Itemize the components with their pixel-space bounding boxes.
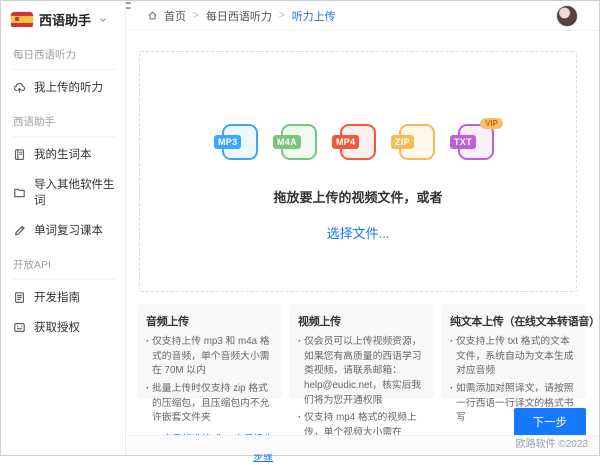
choose-file-link[interactable]: 选择文件...: [140, 223, 576, 242]
pen-icon: [13, 224, 26, 237]
upload-info-cards: 音频上传 仅支持上传 mp3 和 m4a 格式的音频，单个音频大小需在 70M …: [137, 304, 586, 399]
breadcrumb-daily-listening[interactable]: 每日西语听力: [206, 8, 272, 24]
filetype-label: ZIP: [391, 135, 414, 149]
filetype-label: TXT: [450, 135, 476, 149]
card-title: 音频上传: [146, 313, 273, 329]
sidebar-item-word-review-book[interactable]: 单词复习课本: [1, 215, 125, 245]
sidebar-section-open-api: 开放API: [1, 245, 125, 279]
sidebar-item-dev-guide[interactable]: 开发指南: [1, 282, 125, 312]
user-avatar[interactable]: [556, 5, 578, 27]
sidebar-section-daily-listening: 每日西语听力: [1, 35, 125, 69]
card-bullet: 批量上传时仅支持 zip 格式的压缩包，且压缩包内不允许嵌套文件夹: [146, 382, 273, 426]
card-title: 纯文本上传（在线文本转语音）: [450, 313, 577, 329]
filetype-label: MP4: [332, 135, 359, 149]
divider: [13, 279, 115, 280]
filetype-mp3-icon: MP3: [222, 124, 258, 160]
notebook-icon: [13, 148, 26, 161]
document-icon: [13, 291, 26, 304]
sidebar-item-get-authorization[interactable]: 获取授权: [1, 312, 125, 342]
breadcrumb: 首页 > 每日西语听力 > 听力上传: [147, 8, 336, 24]
cloud-upload-icon: [13, 81, 26, 94]
card-bullet: 仅支持上传 txt 格式的文本文件，系统自动为文本生成对应音频: [450, 335, 577, 379]
dropzone-hint: 拖放要上传的视频文件，或者: [140, 187, 576, 206]
upload-dropzone[interactable]: MP3 M4A MP4 ZIP TXT VIP 拖放要上传的视频文件，或者 选择…: [139, 51, 577, 292]
sidebar-item-my-wordbook[interactable]: 我的生词本: [1, 139, 125, 169]
filetype-m4a-icon: M4A: [281, 124, 317, 160]
sidebar-section-assistant: 西语助手: [1, 102, 125, 136]
filetype-mp4-icon: MP4: [340, 124, 376, 160]
app-title: 西语助手: [39, 10, 91, 29]
footer-copyright: 欧路软件 ©2023: [127, 435, 598, 454]
sidebar-item-import-words[interactable]: 导入其他软件生词: [1, 169, 125, 215]
sidebar-item-label: 我的生词本: [34, 146, 92, 162]
divider: [13, 69, 115, 70]
card-bullet: 仅支持上传 mp3 和 m4a 格式的音频，单个音频大小需在 70M 以内: [146, 335, 273, 379]
license-icon: [13, 321, 26, 334]
filetype-label: MP3: [214, 135, 241, 149]
sidebar-item-label: 导入其他软件生词: [34, 176, 121, 208]
spanish-flag-logo-icon: [11, 12, 33, 28]
sidebar-item-label: 我上传的听力: [34, 79, 103, 95]
next-step-button[interactable]: 下一步: [514, 408, 587, 436]
folder-import-icon: [13, 186, 26, 199]
filetype-txt-icon: TXT VIP: [458, 124, 494, 160]
breadcrumb-separator: >: [279, 10, 285, 21]
breadcrumb-current: 听力上传: [292, 8, 336, 24]
breadcrumb-separator: >: [193, 10, 199, 21]
chevron-down-icon: [99, 16, 107, 24]
sidebar: 西语助手 每日西语听力 我上传的听力 西语助手 我的生词本 导入其他软件生词 单…: [1, 1, 126, 455]
filetype-label: M4A: [273, 135, 301, 149]
main-content: MP3 M4A MP4 ZIP TXT VIP 拖放要上传的视频文件，或者 选择…: [127, 32, 598, 454]
filetype-zip-icon: ZIP: [399, 124, 435, 160]
video-upload-card: 视频上传 仅会员可以上传视频资源，如果您有高质量的西语学习类视频，请联系邮箱：h…: [289, 304, 434, 399]
sidebar-item-label: 开发指南: [34, 289, 80, 305]
supported-filetypes: MP3 M4A MP4 ZIP TXT VIP: [140, 124, 576, 160]
card-title: 视频上传: [298, 313, 425, 329]
divider: [13, 136, 115, 137]
sidebar-item-my-uploaded-listening[interactable]: 我上传的听力: [1, 72, 125, 102]
sidebar-item-label: 单词复习课本: [34, 222, 103, 238]
breadcrumb-home[interactable]: 首页: [164, 8, 186, 24]
sidebar-item-label: 获取授权: [34, 319, 80, 335]
home-icon: [147, 10, 158, 21]
app-logo-row[interactable]: 西语助手: [1, 1, 125, 35]
audio-upload-card: 音频上传 仅支持上传 mp3 和 m4a 格式的音频，单个音频大小需在 70M …: [137, 304, 282, 399]
topbar: 首页 > 每日西语听力 > 听力上传: [127, 1, 598, 31]
text-upload-card: 纯文本上传（在线文本转语音） 仅支持上传 txt 格式的文本文件，系统自动为文本…: [441, 304, 586, 399]
card-bullet: 仅会员可以上传视频资源，如果您有高质量的西语学习类视频，请联系邮箱：help@e…: [298, 335, 425, 408]
vip-badge: VIP: [480, 118, 503, 129]
